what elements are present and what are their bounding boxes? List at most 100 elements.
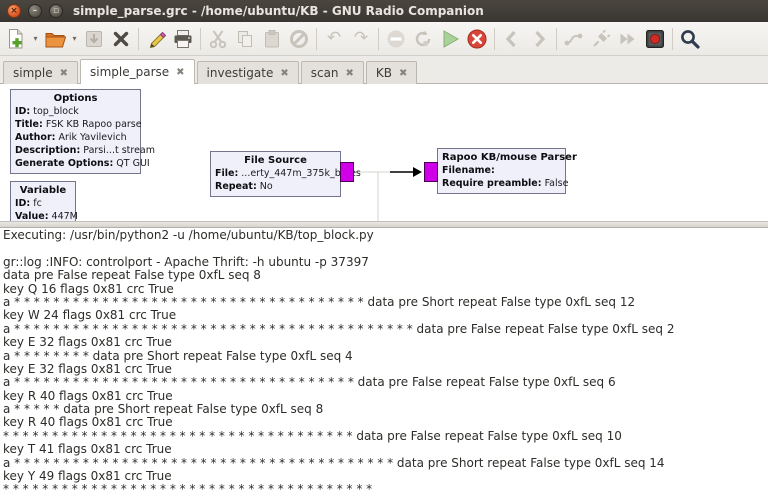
window-close-button[interactable]: × (7, 4, 21, 18)
new-flowgraph-button[interactable] (3, 25, 29, 53)
pencil-icon (149, 31, 167, 48)
console-line: key R 40 flags 0x81 crc True (3, 415, 173, 430)
paste-button (259, 25, 285, 53)
close-icon (113, 31, 129, 46)
open-dropdown[interactable]: ▾ (69, 25, 80, 53)
flowgraph-canvas[interactable]: Options ID: top_block Title: FSK KB Rapo… (0, 84, 768, 221)
block-title: Variable (19, 185, 67, 196)
chevron-left-icon (505, 30, 516, 47)
output-port[interactable] (340, 162, 354, 182)
play-icon (443, 29, 460, 48)
circle-slash-icon (290, 29, 308, 48)
tab-close-icon[interactable]: ✖ (399, 68, 407, 79)
splitter-handle[interactable] (0, 221, 768, 228)
console-line: key E 32 flags 0x81 crc True (3, 361, 172, 376)
window-maximize-button[interactable]: ▫ (49, 4, 63, 18)
edit-button[interactable] (143, 25, 169, 53)
paste-icon (265, 29, 279, 47)
grc-window: × – ▫ simple_parse.grc - /home/ubuntu/KB… (0, 0, 768, 496)
tab-close-icon[interactable]: ✖ (346, 68, 354, 79)
block-title: File Source (244, 155, 307, 166)
window-minimize-button[interactable]: – (28, 4, 42, 18)
tab-label: simple_parse (90, 65, 170, 79)
console-line: key R 40 flags 0x81 crc True (3, 388, 173, 403)
fast-forward-button (615, 25, 641, 53)
tab-simple[interactable]: simple ✖ (3, 61, 78, 84)
toolbar-separator (556, 27, 557, 50)
copy-icon (238, 30, 252, 47)
kill-button[interactable] (642, 25, 668, 53)
fast-forward-icon (620, 33, 635, 44)
toolbar-separator (200, 27, 201, 50)
block-options[interactable]: Options ID: top_block Title: FSK KB Rapo… (10, 89, 155, 174)
dropdown-arrow-icon: ▾ (72, 34, 77, 43)
minus-circle-icon (387, 30, 405, 47)
find-block-button[interactable] (677, 25, 703, 53)
redo-button: ↷ (348, 25, 374, 53)
tab-investigate[interactable]: investigate ✖ (196, 61, 299, 84)
close-flowgraph-button[interactable] (108, 25, 134, 53)
toolbar-separator (378, 27, 379, 50)
back-button (499, 25, 525, 53)
reconnect-button (588, 25, 614, 53)
block-rapoo-parser[interactable]: Rapoo KB/mouse Parser Filename: Require … (424, 148, 577, 194)
block-param-generate-options: Generate Options: QT GUI (15, 158, 150, 169)
tab-close-icon[interactable]: ✖ (176, 67, 184, 78)
block-param-author: Author: Arik Yavilevich (15, 132, 127, 143)
tab-label: scan (310, 66, 339, 80)
console-line: a * * * * * * * * * * * * * * * * * * * … (3, 375, 616, 390)
printer-icon (174, 29, 192, 48)
window-title: simple_parse.grc - /home/ubuntu/KB - GNU… (73, 4, 484, 18)
connector-icon (564, 33, 583, 45)
console-line: key Y 49 flags 0x81 crc True (3, 469, 172, 484)
tab-close-icon[interactable]: ✖ (60, 68, 68, 79)
console-line: a * * * * * * * * * * * * * * * * * * * … (3, 455, 665, 470)
console-line: a * * * * * * * * data pre Short repeat … (3, 348, 353, 363)
block-title: Options (53, 93, 98, 104)
new-dropdown[interactable]: ▾ (30, 25, 41, 53)
toolbar-separator (316, 27, 317, 50)
block-param-title: Title: FSK KB Rapoo parse (15, 119, 142, 130)
stop-red-circle-icon (467, 29, 487, 48)
undo-icon: ↶ (326, 28, 342, 48)
block-file-source[interactable]: File Source File: ...erty_447m_375k_byte… (210, 151, 361, 197)
kill-screen-icon (646, 29, 664, 48)
block-title: Rapoo KB/mouse Parser (442, 152, 577, 163)
toolbar-separator (494, 27, 495, 50)
tab-scan[interactable]: scan ✖ (300, 61, 364, 84)
print-button[interactable] (170, 25, 196, 53)
block-variable[interactable]: Variable ID: fc Value: 447M (10, 181, 78, 221)
new-file-icon (9, 28, 23, 48)
console-line: key Q 16 flags 0x81 crc True (3, 281, 174, 296)
tab-simple-parse[interactable]: simple_parse ✖ (80, 59, 195, 84)
delete-button (286, 25, 312, 53)
block-param-id: ID: fc (15, 198, 42, 209)
open-flowgraph-button[interactable] (42, 25, 68, 53)
block-param-description: Description: Parsi...t stream (15, 145, 155, 156)
toolbar: ▾ ▾ ↶ ↷ (0, 22, 768, 56)
console-line: Executing: /usr/bin/python2 -u /home/ubu… (3, 228, 374, 242)
plug-icon (593, 29, 611, 47)
tab-close-icon[interactable]: ✖ (280, 68, 288, 79)
cut-button (205, 25, 231, 53)
input-port[interactable] (424, 162, 438, 182)
console-line: a * * * * * data pre Short repeat False … (3, 402, 324, 417)
forward-button (526, 25, 552, 53)
tab-kb[interactable]: KB ✖ (365, 61, 418, 84)
console-line: a * * * * * * * * * * * * * * * * * * * … (3, 294, 636, 309)
stop-button[interactable] (464, 25, 490, 53)
copy-button (232, 25, 258, 53)
hide-ports-button (561, 25, 587, 53)
search-icon (681, 29, 700, 49)
execute-button[interactable] (437, 25, 463, 53)
console-line: gr::log :INFO: controlport - Apache Thri… (3, 254, 369, 269)
titlebar: × – ▫ simple_parse.grc - /home/ubuntu/KB… (0, 0, 768, 22)
block-param-id: ID: top_block (15, 106, 79, 117)
redo-icon: ↷ (353, 28, 369, 48)
save-flowgraph-button (81, 25, 107, 53)
console-line: * * * * * * * * * * * * * * * * * * * * … (3, 428, 622, 443)
undo-button: ↶ (321, 25, 347, 53)
console-output[interactable]: Executing: /usr/bin/python2 -u /home/ubu… (0, 228, 768, 496)
open-folder-icon (45, 32, 66, 47)
save-icon (86, 30, 102, 47)
